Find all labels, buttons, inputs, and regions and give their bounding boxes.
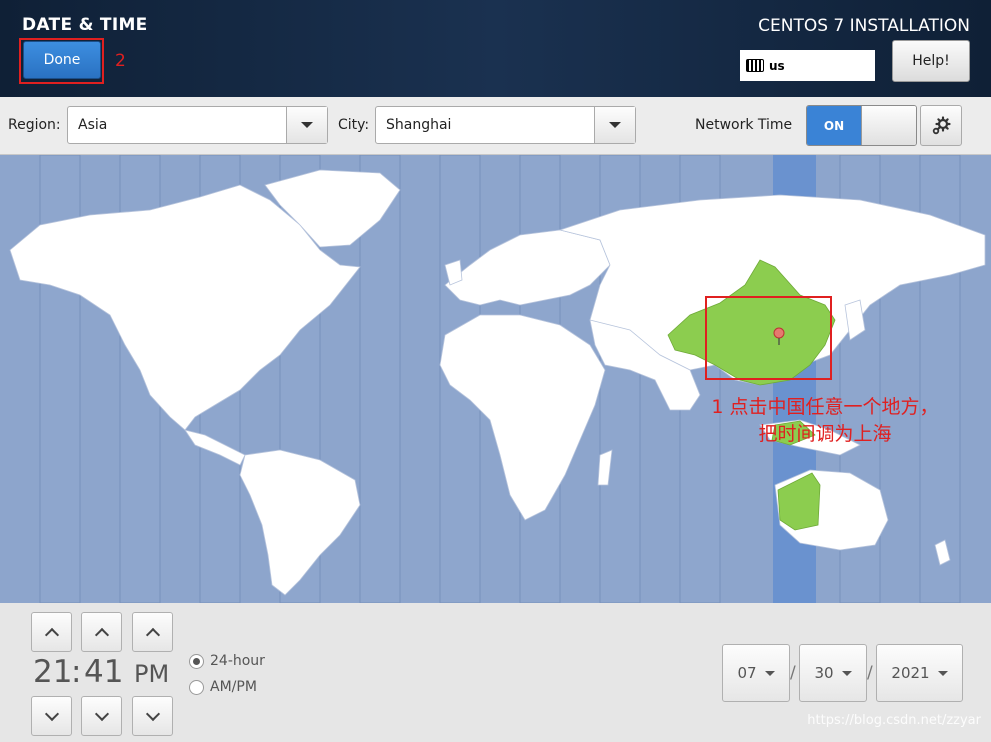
chevron-up-icon <box>94 627 109 642</box>
watermark: https://blog.csdn.net/zzyar <box>807 713 981 728</box>
day-combo[interactable]: 30 <box>799 644 867 702</box>
hour-up-button[interactable] <box>31 612 72 652</box>
keyboard-layout-indicator[interactable]: us <box>740 50 875 81</box>
minute-up-button[interactable] <box>81 612 122 652</box>
gear-icon <box>932 115 951 134</box>
radio-24-hour-label: 24-hour <box>210 653 265 669</box>
chevron-down-icon <box>841 670 852 676</box>
region-label: Region: <box>8 117 61 133</box>
radio-indicator-selected[interactable] <box>189 653 204 669</box>
chevron-down-icon <box>94 706 109 721</box>
city-combo[interactable]: Shanghai <box>375 106 636 144</box>
world-map[interactable] <box>0 155 991 603</box>
timezone-map[interactable] <box>0 155 991 603</box>
network-time-label: Network Time <box>695 117 793 133</box>
minute-value: 41 <box>84 654 124 690</box>
done-button[interactable]: Done <box>23 41 101 79</box>
date-separator: / <box>867 663 873 683</box>
chevron-up-icon <box>145 627 160 642</box>
ampm-up-button[interactable] <box>132 612 173 652</box>
time-separator: : <box>71 654 82 690</box>
ampm-down-button[interactable] <box>132 696 173 736</box>
chevron-down-icon <box>44 706 59 721</box>
switch-on-label: ON <box>807 106 861 145</box>
date-separator: / <box>790 663 796 683</box>
city-value: Shanghai <box>386 117 452 133</box>
ntp-settings-button[interactable] <box>920 105 962 146</box>
city-label: City: <box>338 117 370 133</box>
chevron-down-icon <box>301 122 313 128</box>
timezone-toolbar: Region: Asia City: Shanghai Network Time… <box>0 97 991 155</box>
hour-value: 21 <box>33 654 73 690</box>
radio-indicator[interactable] <box>189 679 204 695</box>
switch-knob[interactable] <box>861 106 916 145</box>
region-combo[interactable]: Asia <box>67 106 328 144</box>
region-dropdown-button[interactable] <box>286 107 327 143</box>
header-bar: DATE & TIME Done 2 CENTOS 7 INSTALLATION… <box>0 0 991 97</box>
annotation-line-2: 把时间调为上海 <box>758 423 892 445</box>
ampm-value: PM <box>134 660 170 688</box>
chevron-up-icon <box>44 627 59 642</box>
step-marker: 2 <box>115 51 126 71</box>
chevron-down-icon <box>145 706 160 721</box>
minute-down-button[interactable] <box>81 696 122 736</box>
annotation-box <box>705 296 832 380</box>
hour-down-button[interactable] <box>31 696 72 736</box>
annotation-line-1: 1 点击中国任意一个地方， <box>711 396 939 418</box>
annotation-text: 1 点击中国任意一个地方， 把时间调为上海 <box>690 394 960 448</box>
year-combo[interactable]: 2021 <box>876 644 963 702</box>
network-time-switch[interactable]: ON <box>806 105 917 146</box>
radio-ampm-label: AM/PM <box>210 679 257 695</box>
region-value: Asia <box>78 117 108 133</box>
keyboard-layout-label: us <box>769 58 785 73</box>
day-value: 30 <box>814 664 834 682</box>
help-button[interactable]: Help! <box>892 40 970 82</box>
year-value: 2021 <box>891 664 930 682</box>
chevron-down-icon <box>764 670 775 676</box>
chevron-down-icon <box>937 670 948 676</box>
radio-24-hour[interactable]: 24-hour <box>189 653 265 669</box>
month-combo[interactable]: 07 <box>722 644 790 702</box>
city-dropdown-button[interactable] <box>594 107 635 143</box>
install-title: CENTOS 7 INSTALLATION <box>758 16 970 36</box>
page-title: DATE & TIME <box>22 15 148 35</box>
chevron-down-icon <box>609 122 621 128</box>
radio-ampm[interactable]: AM/PM <box>189 679 257 695</box>
month-value: 07 <box>737 664 757 682</box>
keyboard-icon <box>746 59 764 72</box>
